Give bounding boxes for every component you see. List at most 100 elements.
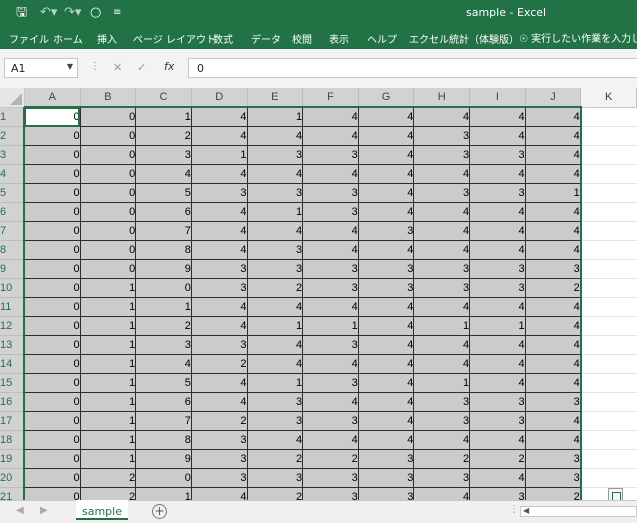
cell-h18[interactable]: 4 — [413, 430, 471, 450]
cell-b12[interactable]: 1 — [80, 316, 137, 336]
cell-g20[interactable]: 3 — [358, 468, 415, 488]
cell-g11[interactable]: 4 — [358, 297, 415, 317]
tab-page-layout[interactable]: ページ レイアウト — [133, 31, 216, 46]
cell-c8[interactable]: 8 — [135, 240, 192, 260]
cell-k2[interactable] — [580, 126, 637, 146]
cell-g4[interactable]: 4 — [358, 164, 415, 184]
cell-c12[interactable]: 2 — [135, 316, 192, 336]
row-header[interactable]: 2 — [0, 126, 26, 146]
cell-c15[interactable]: 5 — [135, 373, 192, 393]
tab-review[interactable]: 校閲 — [292, 31, 312, 46]
cell-f21[interactable]: 3 — [302, 487, 359, 500]
row-header[interactable]: 1 — [0, 107, 26, 127]
cell-g7[interactable]: 3 — [358, 221, 415, 241]
cell-k10[interactable] — [580, 278, 637, 298]
cell-g12[interactable]: 4 — [358, 316, 415, 336]
cell-a1[interactable]: 0 — [24, 107, 81, 127]
cell-j12[interactable]: 4 — [525, 316, 582, 336]
cell-a16[interactable]: 0 — [24, 392, 81, 412]
sheet-tab-sample[interactable]: sample — [76, 500, 128, 520]
cell-g9[interactable]: 3 — [358, 259, 415, 279]
select-all-button[interactable] — [0, 88, 25, 108]
cell-b17[interactable]: 1 — [80, 411, 137, 431]
cell-a10[interactable]: 0 — [24, 278, 81, 298]
cell-b5[interactable]: 0 — [80, 183, 137, 203]
cancel-icon[interactable]: ✕ — [113, 61, 122, 74]
cell-c2[interactable]: 2 — [135, 126, 192, 146]
cell-k20[interactable] — [580, 468, 637, 488]
cell-j10[interactable]: 2 — [525, 278, 582, 298]
cell-b6[interactable]: 0 — [80, 202, 137, 222]
cell-f13[interactable]: 3 — [302, 335, 359, 355]
scroll-right-icon[interactable]: ▶ — [40, 505, 48, 516]
cell-c14[interactable]: 4 — [135, 354, 192, 374]
name-box[interactable]: A1 ▼ — [4, 58, 78, 78]
cell-e11[interactable]: 4 — [247, 297, 304, 317]
cell-j17[interactable]: 4 — [525, 411, 582, 431]
cell-h1[interactable]: 4 — [413, 107, 471, 127]
row-header[interactable]: 9 — [0, 259, 26, 279]
cell-b2[interactable]: 0 — [80, 126, 137, 146]
tab-view[interactable]: 表示 — [329, 31, 349, 46]
cell-i21[interactable]: 3 — [469, 487, 526, 500]
cell-a9[interactable]: 0 — [24, 259, 81, 279]
redo-icon[interactable]: ↷▾ — [64, 5, 81, 21]
cell-g8[interactable]: 4 — [358, 240, 415, 260]
cell-i5[interactable]: 3 — [469, 183, 526, 203]
cell-c16[interactable]: 6 — [135, 392, 192, 412]
cell-b20[interactable]: 2 — [80, 468, 137, 488]
cell-k1[interactable] — [580, 107, 637, 127]
cell-j7[interactable]: 4 — [525, 221, 582, 241]
cell-i13[interactable]: 4 — [469, 335, 526, 355]
cell-a19[interactable]: 0 — [24, 449, 81, 469]
cell-j13[interactable]: 4 — [525, 335, 582, 355]
cell-j20[interactable]: 3 — [525, 468, 582, 488]
cell-h3[interactable]: 3 — [413, 145, 471, 165]
cell-a3[interactable]: 0 — [24, 145, 81, 165]
column-header-c[interactable]: C — [135, 88, 192, 108]
cell-d6[interactable]: 4 — [191, 202, 248, 222]
cell-i2[interactable]: 4 — [469, 126, 526, 146]
cell-b18[interactable]: 1 — [80, 430, 137, 450]
cell-e9[interactable]: 3 — [247, 259, 304, 279]
cell-h8[interactable]: 4 — [413, 240, 471, 260]
cell-g19[interactable]: 3 — [358, 449, 415, 469]
cell-a18[interactable]: 0 — [24, 430, 81, 450]
cell-d7[interactable]: 4 — [191, 221, 248, 241]
cell-d12[interactable]: 4 — [191, 316, 248, 336]
row-header[interactable]: 5 — [0, 183, 26, 203]
save-icon[interactable]: 🖫 — [16, 5, 27, 21]
cell-f8[interactable]: 4 — [302, 240, 359, 260]
cell-f19[interactable]: 2 — [302, 449, 359, 469]
cell-c1[interactable]: 1 — [135, 107, 192, 127]
cell-i8[interactable]: 4 — [469, 240, 526, 260]
cell-d21[interactable]: 4 — [191, 487, 248, 500]
cell-g18[interactable]: 4 — [358, 430, 415, 450]
cell-d19[interactable]: 3 — [191, 449, 248, 469]
cell-d15[interactable]: 4 — [191, 373, 248, 393]
cell-e12[interactable]: 1 — [247, 316, 304, 336]
cell-g13[interactable]: 4 — [358, 335, 415, 355]
row-header[interactable]: 7 — [0, 221, 26, 241]
cell-j18[interactable]: 4 — [525, 430, 582, 450]
cell-b21[interactable]: 2 — [80, 487, 137, 500]
cell-i17[interactable]: 3 — [469, 411, 526, 431]
row-header[interactable]: 6 — [0, 202, 26, 222]
cell-j14[interactable]: 4 — [525, 354, 582, 374]
cell-e21[interactable]: 2 — [247, 487, 304, 500]
cell-b1[interactable]: 0 — [80, 107, 137, 127]
cell-e14[interactable]: 4 — [247, 354, 304, 374]
cell-d16[interactable]: 4 — [191, 392, 248, 412]
cell-d9[interactable]: 3 — [191, 259, 248, 279]
drag-handle-icon[interactable]: ⋮ — [90, 61, 100, 72]
cell-k7[interactable] — [580, 221, 637, 241]
cell-d3[interactable]: 1 — [191, 145, 248, 165]
cell-h5[interactable]: 3 — [413, 183, 471, 203]
cell-f10[interactable]: 3 — [302, 278, 359, 298]
cell-h21[interactable]: 4 — [413, 487, 471, 500]
cell-h13[interactable]: 4 — [413, 335, 471, 355]
cell-b4[interactable]: 0 — [80, 164, 137, 184]
cell-j21[interactable]: 2 — [525, 487, 582, 500]
cell-c3[interactable]: 3 — [135, 145, 192, 165]
cell-j3[interactable]: 4 — [525, 145, 582, 165]
